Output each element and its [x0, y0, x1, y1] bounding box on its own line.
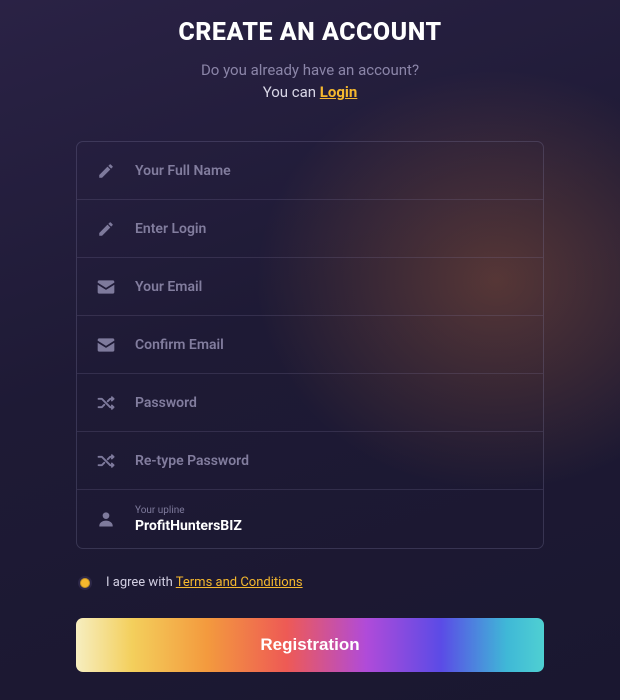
field-upline: Your upline ProfitHuntersBIZ [77, 490, 543, 548]
retype-password-input[interactable] [135, 453, 525, 469]
person-icon [95, 508, 117, 530]
subtitle-existing-account: Do you already have an account? [201, 61, 419, 79]
field-fullname [77, 142, 543, 200]
upline-label: Your upline [135, 505, 185, 516]
pencil-icon [95, 218, 117, 240]
agree-prefix: I agree with [106, 575, 176, 590]
mail-icon [95, 334, 117, 356]
field-login [77, 200, 543, 258]
agree-radio[interactable] [78, 576, 92, 590]
fullname-input[interactable] [135, 163, 525, 179]
field-confirm-email [77, 316, 543, 374]
upline-value: ProfitHuntersBIZ [135, 518, 242, 534]
shuffle-icon [95, 450, 117, 472]
shuffle-icon [95, 392, 117, 414]
field-retype-password [77, 432, 543, 490]
terms-link[interactable]: Terms and Conditions [176, 575, 303, 590]
agree-row: I agree with Terms and Conditions [76, 575, 544, 590]
field-password [77, 374, 543, 432]
field-email [77, 258, 543, 316]
login-input[interactable] [135, 221, 525, 237]
page-title: CREATE AN ACCOUNT [178, 18, 441, 47]
login-link[interactable]: Login [320, 83, 358, 101]
registration-button[interactable]: Registration [76, 618, 544, 672]
you-can-text: You can [263, 83, 320, 101]
mail-icon [95, 276, 117, 298]
agree-text: I agree with Terms and Conditions [106, 575, 303, 590]
subtitle-login-prompt: You can Login [263, 83, 358, 101]
confirm-email-input[interactable] [135, 337, 525, 353]
password-input[interactable] [135, 395, 525, 411]
registration-form: Your upline ProfitHuntersBIZ [76, 141, 544, 549]
email-input[interactable] [135, 279, 525, 295]
pencil-icon [95, 160, 117, 182]
